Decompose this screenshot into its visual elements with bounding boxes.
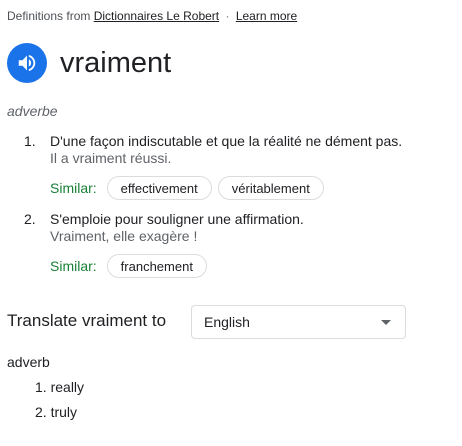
language-select[interactable]: English	[191, 305, 406, 339]
pronunciation-button[interactable]	[7, 43, 47, 83]
similar-chip[interactable]: véritablement	[217, 176, 324, 200]
similar-row: Similar: franchement	[50, 254, 213, 278]
translation-part-of-speech: adverb	[7, 354, 50, 370]
source-prefix: Definitions from	[7, 9, 91, 23]
sense-number: 1.	[24, 133, 36, 149]
sense-number: 2.	[24, 211, 36, 227]
translation-list: 1. really 2. truly	[35, 380, 84, 430]
translation-item: 1. really	[35, 380, 84, 405]
dictionary-source: Definitions from Dictionnaires Le Robert…	[7, 9, 297, 23]
source-separator: ·	[225, 9, 230, 23]
speaker-icon	[18, 54, 36, 72]
similar-label: Similar:	[50, 180, 97, 196]
translation-text: truly	[50, 404, 78, 420]
dictionary-link[interactable]: Dictionnaires Le Robert	[94, 9, 219, 23]
part-of-speech: adverbe	[7, 103, 58, 119]
learn-more-link[interactable]: Learn more	[236, 9, 297, 23]
sense-example: Vraiment, elle exagère !	[50, 228, 198, 244]
sense-example: Il a vraiment réussi.	[50, 150, 172, 166]
similar-row: Similar: effectivement véritablement	[50, 176, 330, 200]
translation-number: 2.	[35, 404, 47, 420]
translate-row: Translate vraiment to English	[7, 305, 406, 339]
translation-text: really	[50, 379, 85, 395]
sense-definition: D'une façon indiscutable et que la réali…	[50, 133, 403, 149]
dropdown-arrow-icon	[381, 320, 391, 325]
translate-label: Translate vraiment to	[7, 311, 167, 330]
headword-row: vraiment	[7, 43, 171, 83]
similar-chip[interactable]: franchement	[106, 254, 207, 278]
selected-language: English	[204, 314, 250, 330]
similar-chip[interactable]: effectivement	[106, 176, 212, 200]
translation-number: 1.	[35, 379, 47, 395]
similar-label: Similar:	[50, 258, 97, 274]
sense-definition: S'emploie pour souligner une affirmation…	[50, 211, 304, 227]
translation-item: 2. truly	[35, 405, 84, 430]
headword: vraiment	[60, 47, 172, 79]
